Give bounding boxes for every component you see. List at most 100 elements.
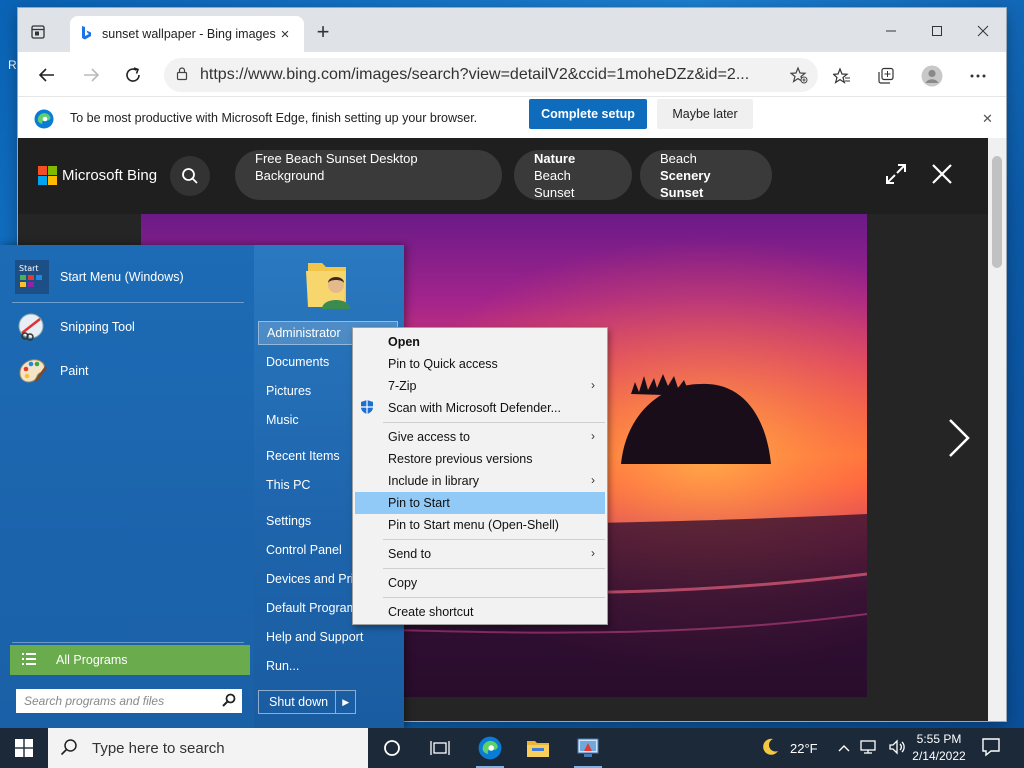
submenu-arrow-icon: › [591,473,595,487]
profile-avatar[interactable] [920,64,944,88]
tab-actions-icon[interactable] [28,22,48,42]
notification-center-icon[interactable] [980,736,1004,760]
task-view-icon[interactable] [416,728,464,768]
ctx-send-to[interactable]: Send to › [355,543,605,565]
start-right-help-support[interactable]: Help and Support [258,625,398,649]
ctx-copy[interactable]: Copy [355,572,605,594]
related-search-chip-2[interactable]: Nature Beach Sunset [514,150,632,200]
refresh-button[interactable] [120,62,146,88]
edge-taskbar-icon[interactable] [466,728,514,768]
ctx-7zip[interactable]: 7-Zip › [355,375,605,397]
ctx-label: Give access to [388,430,470,444]
minimize-button[interactable] [868,16,914,46]
tab-close-icon[interactable]: × [276,26,294,43]
back-button[interactable] [34,62,60,88]
submenu-arrow-icon: › [591,546,595,560]
page-scrollbar[interactable] [988,138,1006,721]
settings-more-icon[interactable] [966,64,990,88]
chip-line2: Scenery Sunset [660,167,711,200]
ctx-open[interactable]: Open [355,331,605,353]
ctx-give-access[interactable]: Give access to › [355,426,605,448]
microsoft-logo-icon [38,166,57,185]
chip-line2: Beach Sunset [534,167,575,200]
bing-favicon-icon [80,25,92,44]
info-bar-close-icon[interactable]: ✕ [982,111,993,127]
start-menu-search-input[interactable]: Search programs and files [16,689,242,713]
address-bar-row: https://www.bing.com/images/search?view=… [18,52,1006,96]
close-icon[interactable] [930,162,956,188]
maybe-later-button[interactable]: Maybe later [657,99,753,129]
tab-bar: sunset wallpaper - Bing images × + [18,8,1006,52]
ctx-pin-quick-access[interactable]: Pin to Quick access [355,353,605,375]
collections-icon[interactable] [874,64,898,88]
separator [383,539,605,540]
scrollbar-thumb[interactable] [992,156,1002,268]
ctx-pin-open-shell[interactable]: Pin to Start menu (Open-Shell) [355,514,605,536]
moon-icon [760,737,780,760]
start-menu: Start Start Menu (Windows) Snipping Tool… [0,245,404,728]
search-placeholder: Search programs and files [24,694,165,708]
ctx-pin-to-start[interactable]: Pin to Start [355,492,605,514]
related-search-chip-3[interactable]: Beach Scenery Sunset [640,150,772,200]
add-favorite-icon[interactable] [789,66,808,87]
related-search-chip-1[interactable]: Free Beach Sunset Desktop Background [235,150,502,200]
new-tab-button[interactable]: + [312,21,334,44]
submenu-arrow-icon: › [591,429,595,443]
ctx-include-library[interactable]: Include in library › [355,470,605,492]
pinned-paint[interactable]: Paint [14,351,89,391]
desktop-edge-text: R [8,58,17,72]
close-window-button[interactable] [960,16,1006,46]
chip-line1: Nature [534,150,576,166]
pinned-label: Snipping Tool [60,320,135,334]
chip-line2 [255,184,482,200]
tab-bing-images[interactable]: sunset wallpaper - Bing images × [70,16,304,52]
ctx-label: Send to [388,547,432,561]
context-menu: Open Pin to Quick access 7-Zip › Scan wit… [352,327,608,625]
ctx-scan-defender[interactable]: Scan with Microsoft Defender... [355,397,605,419]
taskbar-search-box[interactable]: Type here to search [48,728,368,768]
shutdown-button[interactable]: Shut down ▶ [258,690,356,714]
windows-start-button[interactable] [0,728,48,768]
pinned-start-menu-windows[interactable]: Start Start Menu (Windows) [14,257,184,297]
setup-info-bar: To be most productive with Microsoft Edg… [18,96,1006,138]
pinned-snipping-tool[interactable]: Snipping Tool [14,307,135,347]
cortana-icon[interactable] [368,728,416,768]
volume-icon[interactable] [888,738,906,758]
address-bar[interactable]: https://www.bing.com/images/search?view=… [164,58,818,92]
maximize-button[interactable] [914,16,960,46]
chevron-up-icon[interactable] [838,741,850,755]
ctx-create-shortcut[interactable]: Create shortcut [355,601,605,623]
ctx-restore-previous[interactable]: Restore previous versions [355,448,605,470]
separator [383,422,605,423]
ctx-label: Create shortcut [388,605,474,619]
search-icon[interactable] [170,156,210,196]
favorites-icon[interactable] [830,64,854,88]
shutdown-label: Shut down [269,695,329,709]
url-text: https://www.bing.com/images/search?view=… [200,66,750,83]
forward-button[interactable] [78,62,104,88]
start-right-run[interactable]: Run... [258,654,398,678]
list-icon [22,652,36,668]
start-menu-left-pane: Start Start Menu (Windows) Snipping Tool… [0,245,254,728]
chip-line1: Beach [660,150,697,166]
lock-icon[interactable] [176,66,188,84]
expand-icon[interactable] [884,162,910,188]
taskbar-search-placeholder: Type here to search [92,739,225,757]
snipping-tool-icon [14,309,50,345]
ctx-label: Pin to Start menu (Open-Shell) [388,518,559,532]
taskbar-clock[interactable]: 5:55 PM 2/14/2022 [906,731,972,765]
next-image-icon[interactable] [946,416,972,460]
shutdown-options-chevron-icon[interactable]: ▶ [335,691,355,713]
network-icon[interactable] [860,739,878,758]
pinned-label: Start Menu (Windows) [60,270,184,284]
complete-setup-button[interactable]: Complete setup [529,99,647,129]
edge-logo-icon [34,109,54,132]
ctx-label: Copy [388,576,418,590]
control-panel-taskbar-icon[interactable] [564,728,612,768]
weather-widget[interactable]: 22°F [760,728,818,768]
search-icon[interactable] [222,693,236,710]
file-explorer-icon[interactable] [514,728,562,768]
bing-logo[interactable]: Microsoft Bing [38,166,157,185]
user-folder-icon[interactable] [302,255,358,313]
all-programs-button[interactable]: All Programs [10,645,250,675]
